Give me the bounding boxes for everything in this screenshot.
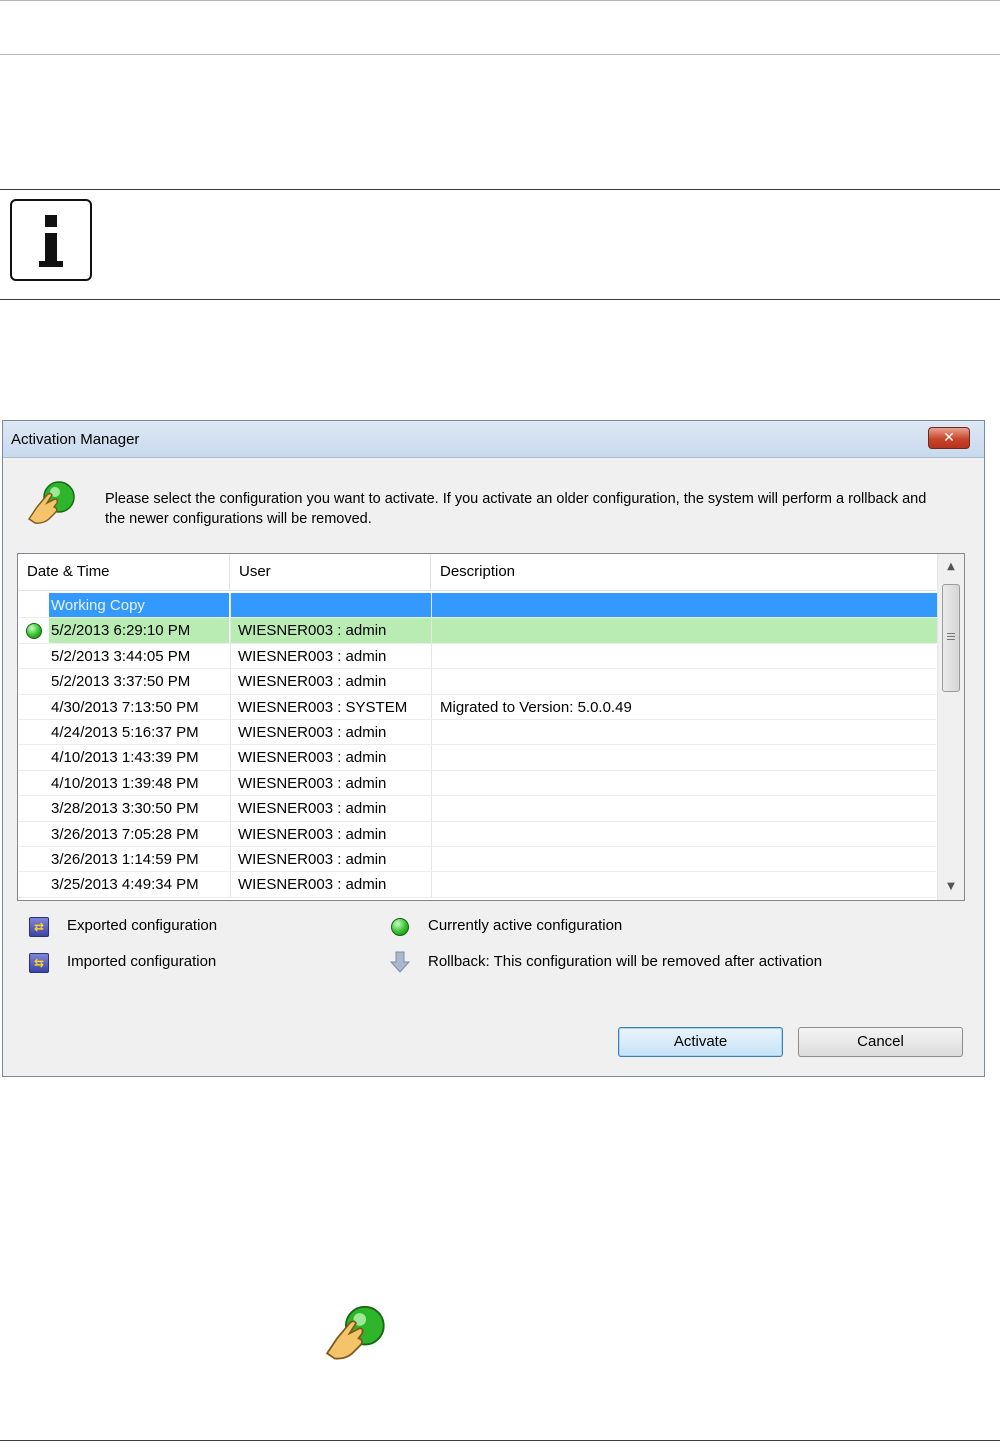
green-dot-icon — [391, 918, 409, 936]
cell-datetime: 5/2/2013 6:29:10 PM — [49, 618, 229, 643]
legend-exported: Exported configuration — [67, 917, 218, 934]
cell-user: WIESNER003 : admin — [230, 745, 438, 770]
table-row[interactable]: 3/26/2013 1:14:59 PM WIESNER003 : admin — [18, 846, 936, 873]
legend-imported: Imported configuration — [67, 953, 217, 970]
scroll-down-icon[interactable]: ▼ — [938, 874, 964, 900]
cell-datetime: 4/10/2013 1:39:48 PM — [51, 774, 199, 792]
table-row[interactable]: 5/2/2013 3:37:50 PM WIESNER003 : admin — [18, 669, 936, 695]
scroll-up-icon[interactable]: ▲ — [938, 554, 964, 580]
cell-datetime: 4/10/2013 1:43:39 PM — [51, 749, 199, 767]
cell-datetime: 4/30/2013 7:13:50 PM — [51, 698, 199, 716]
cell-description — [431, 719, 945, 745]
cell-description — [431, 846, 945, 872]
table-row[interactable]: 4/10/2013 1:43:39 PM WIESNER003 : admin — [18, 745, 936, 771]
cell-datetime: 3/26/2013 1:14:59 PM — [51, 850, 199, 868]
green-dot-icon — [26, 623, 42, 640]
cell-user: WIESNER003 : admin — [230, 643, 438, 669]
cell-user: WIESNER003 : admin — [230, 846, 438, 872]
top-rule — [0, 0, 1000, 1]
table-row[interactable]: 4/10/2013 1:39:48 PM WIESNER003 : admin — [18, 770, 936, 797]
cell-datetime: 3/26/2013 7:05:28 PM — [51, 825, 199, 843]
column-header-datetime[interactable]: Date & Time — [18, 554, 230, 590]
cell-user: WIESNER003 : admin — [230, 770, 438, 796]
legend-rollback: Rollback: This configuration will be rem… — [428, 953, 823, 970]
cell-user: WIESNER003 : admin — [230, 872, 438, 897]
cell-description — [431, 872, 945, 897]
dialog-title: Activation Manager — [11, 431, 140, 448]
activate-hand-icon — [28, 481, 75, 524]
title-bar[interactable]: Activation Manager ✕ — [3, 421, 984, 458]
cell-user: WIESNER003 : admin — [230, 618, 438, 643]
cell-user: WIESNER003 : admin — [230, 821, 438, 846]
cell-description: Migrated to Version: 5.0.0.49 — [431, 694, 945, 719]
down-arrow-icon — [389, 951, 411, 973]
activate-button[interactable]: Activate — [618, 1027, 783, 1057]
configuration-list[interactable]: Date & Time User Description Working Cop… — [17, 553, 965, 901]
cell-datetime: 3/25/2013 4:49:34 PM — [51, 876, 199, 894]
cell-user: WIESNER003 : admin — [230, 719, 438, 745]
table-row[interactable]: 3/28/2013 3:30:50 PM WIESNER003 : admin — [18, 796, 936, 822]
table-row[interactable]: 5/2/2013 3:44:05 PM WIESNER003 : admin — [18, 643, 936, 670]
export-config-icon: ⇄ — [29, 917, 49, 937]
cell-datetime: 5/2/2013 3:37:50 PM — [51, 673, 191, 691]
cell-user: WIESNER003 : admin — [230, 796, 438, 821]
notice-top-rule — [0, 189, 1000, 190]
scroll-thumb[interactable] — [942, 584, 960, 692]
cell-description — [431, 618, 945, 643]
cell-datetime: 3/28/2013 3:30:50 PM — [51, 800, 199, 818]
table-rows: Working Copy 5/2/2013 6:29:10 PM WIESNER… — [18, 593, 945, 898]
table-row[interactable]: 3/25/2013 4:49:34 PM WIESNER003 : admin — [18, 872, 936, 898]
cell-description — [431, 643, 945, 669]
import-config-icon: ⇆ — [29, 953, 49, 973]
instruction-text: Please select the configuration you want… — [105, 491, 927, 527]
close-button[interactable]: ✕ — [928, 427, 970, 449]
notice-bottom-rule — [0, 299, 1000, 300]
cell-datetime: 4/24/2013 5:16:37 PM — [51, 723, 199, 741]
legend-active: Currently active configuration — [428, 917, 623, 934]
table-row[interactable]: 3/26/2013 7:05:28 PM WIESNER003 : admin — [18, 821, 936, 847]
info-icon — [10, 199, 92, 281]
cell-datetime: Working Copy — [49, 593, 229, 618]
header-rule — [0, 54, 1000, 55]
cell-user: WIESNER003 : SYSTEM — [230, 694, 438, 719]
activate-hand-icon — [325, 1305, 385, 1360]
cell-description — [431, 796, 945, 821]
table-row[interactable]: Working Copy — [18, 593, 945, 619]
cell-description — [431, 593, 945, 618]
cell-user — [230, 593, 438, 618]
column-header-user[interactable]: User — [230, 554, 431, 590]
header-divider — [18, 590, 936, 591]
footer-rule — [0, 1440, 1000, 1441]
vertical-scrollbar[interactable]: ▲ ▼ — [937, 554, 964, 900]
cell-user: WIESNER003 : admin — [230, 669, 438, 694]
cell-description — [431, 821, 945, 846]
cell-description — [431, 770, 945, 796]
table-row[interactable]: 5/2/2013 6:29:10 PM WIESNER003 : admin — [18, 618, 945, 644]
cell-description — [431, 745, 945, 770]
table-row[interactable]: 4/24/2013 5:16:37 PM WIESNER003 : admin — [18, 719, 936, 746]
table-row[interactable]: 4/30/2013 7:13:50 PM WIESNER003 : SYSTEM… — [18, 694, 936, 720]
column-header-description[interactable]: Description — [431, 554, 936, 590]
cell-description — [431, 669, 945, 694]
cell-datetime: 5/2/2013 3:44:05 PM — [51, 647, 191, 665]
cancel-button[interactable]: Cancel — [798, 1027, 963, 1057]
